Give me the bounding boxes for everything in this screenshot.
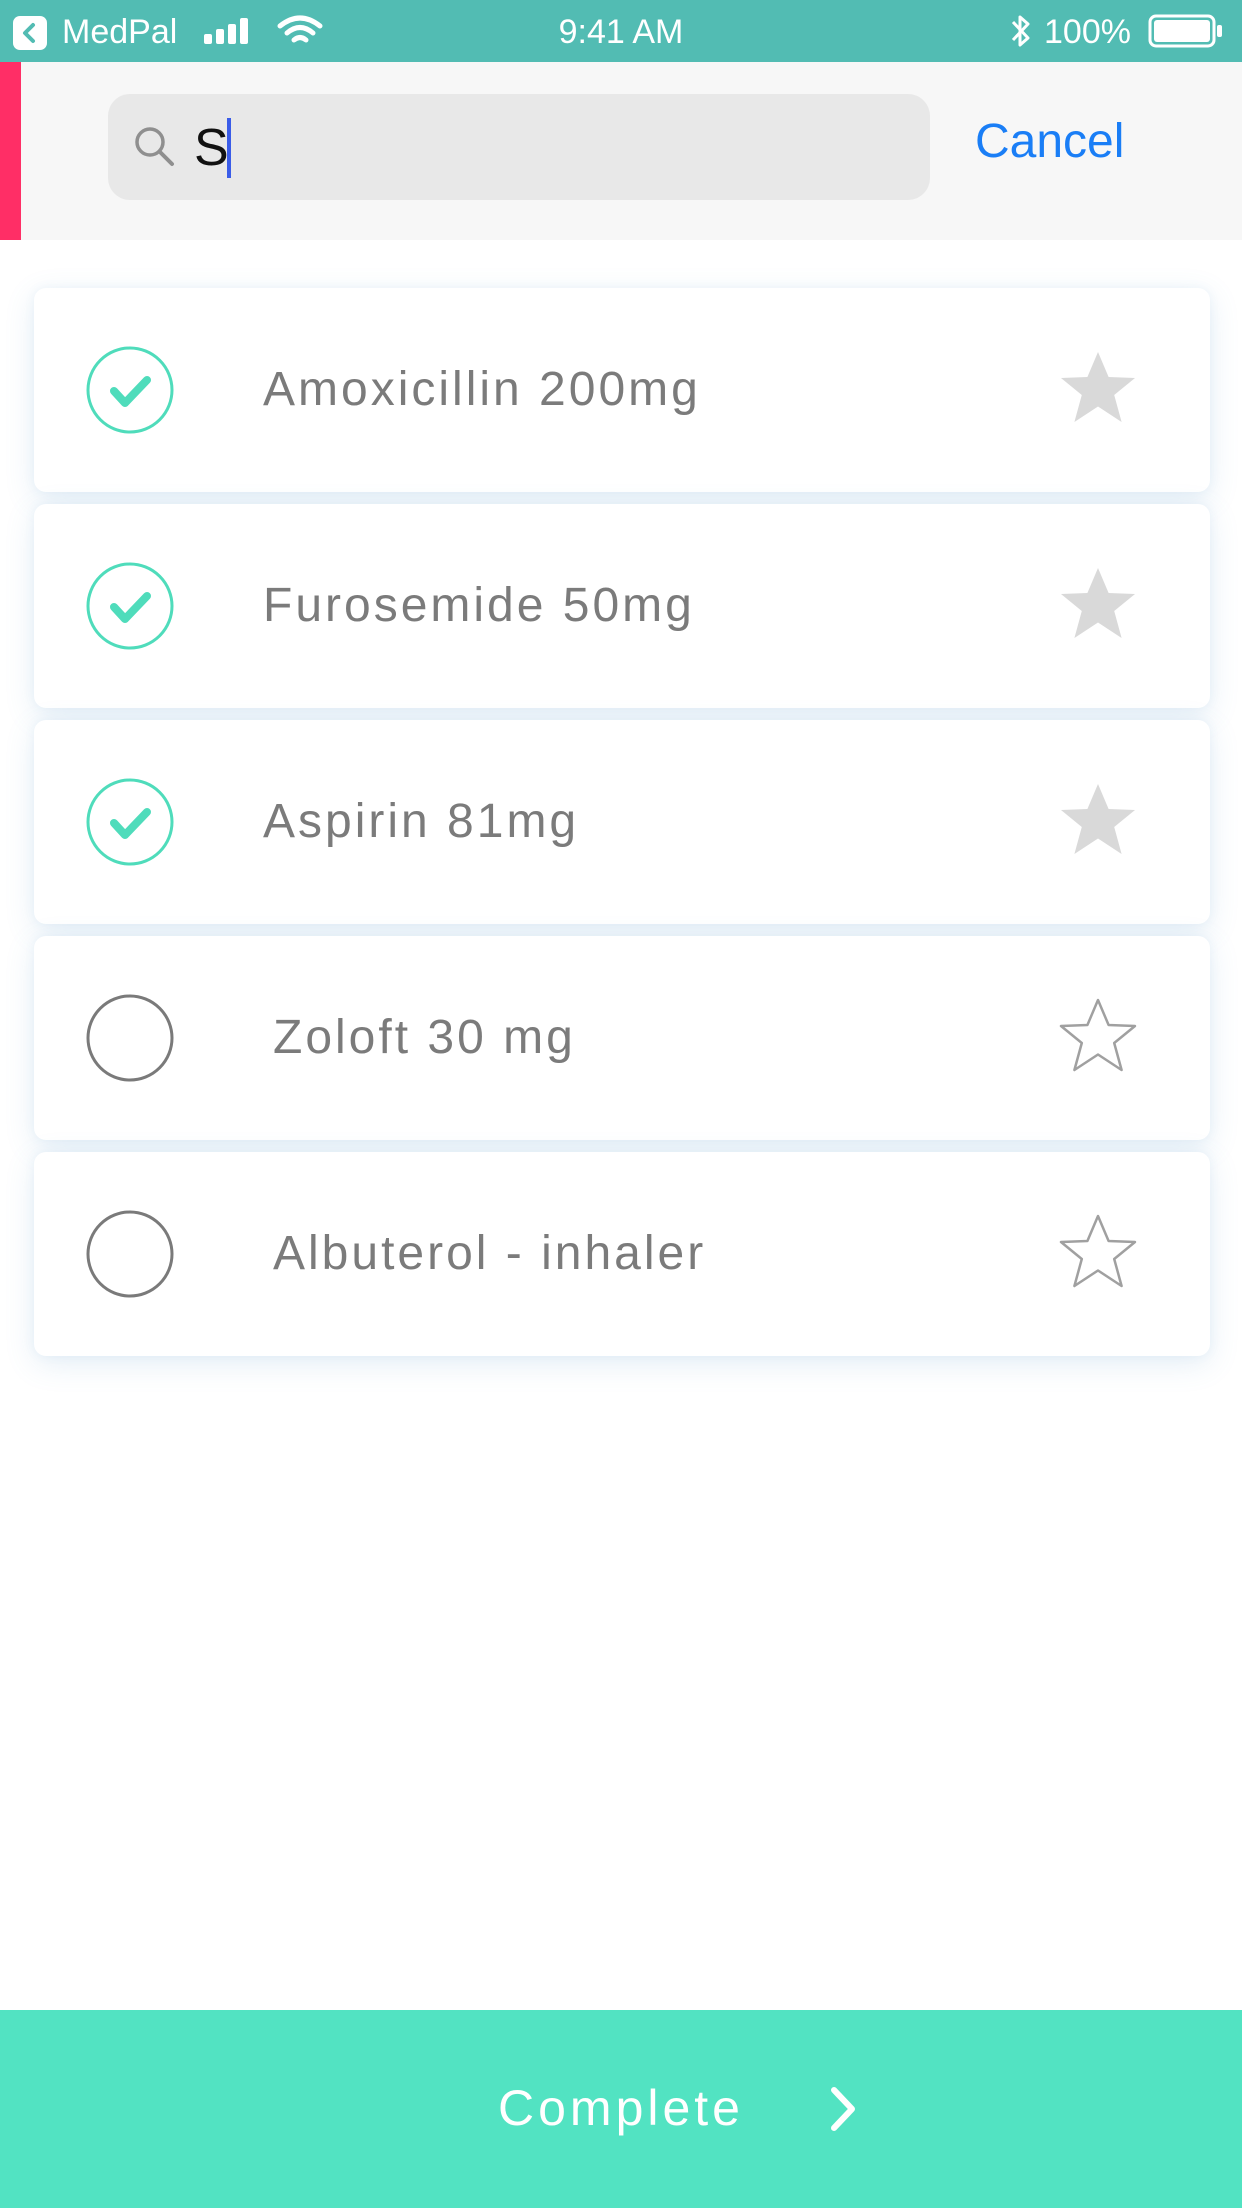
bluetooth-icon — [1011, 15, 1030, 47]
search-header: S Cancel — [0, 62, 1242, 240]
complete-button[interactable]: Complete — [0, 2010, 1242, 2208]
list-item[interactable]: Albuterol - inhaler — [34, 1152, 1210, 1356]
star-filled-icon[interactable] — [1054, 562, 1142, 650]
list-item[interactable]: Aspirin 81mg — [34, 720, 1210, 924]
chevron-right-icon — [831, 2087, 855, 2131]
star-filled-icon[interactable] — [1054, 778, 1142, 866]
star-filled-icon[interactable] — [1054, 346, 1142, 434]
search-input[interactable]: S — [108, 94, 930, 200]
complete-label: Complete — [498, 2080, 744, 2136]
list-item[interactable]: Zoloft 30 mg — [34, 936, 1210, 1140]
list-item[interactable]: Amoxicillin 200mg — [34, 288, 1210, 492]
star-outline-icon[interactable] — [1054, 1210, 1142, 1298]
checked-circle-icon[interactable] — [86, 346, 174, 434]
medication-name: Zoloft 30 mg — [273, 1011, 576, 1064]
unchecked-circle-icon[interactable] — [86, 994, 174, 1082]
medication-name: Albuterol - inhaler — [273, 1227, 707, 1280]
accent-strip — [0, 62, 21, 240]
unchecked-circle-icon[interactable] — [86, 1210, 174, 1298]
search-icon — [135, 127, 174, 166]
star-outline-icon[interactable] — [1054, 994, 1142, 1082]
status-bar: MedPal 9:41 AM 100% — [0, 0, 1242, 62]
medication-name: Aspirin 81mg — [263, 795, 580, 848]
search-query-text: S — [194, 119, 229, 177]
battery-icon — [1148, 14, 1222, 48]
checked-circle-icon[interactable] — [86, 562, 174, 650]
medication-name: Furosemide 50mg — [263, 579, 695, 632]
checked-circle-icon[interactable] — [86, 778, 174, 866]
medication-name: Amoxicillin 200mg — [263, 363, 701, 416]
battery-percentage: 100% — [1044, 13, 1131, 51]
text-cursor — [227, 118, 231, 178]
cancel-button[interactable]: Cancel — [975, 114, 1124, 170]
list-item[interactable]: Furosemide 50mg — [34, 504, 1210, 708]
